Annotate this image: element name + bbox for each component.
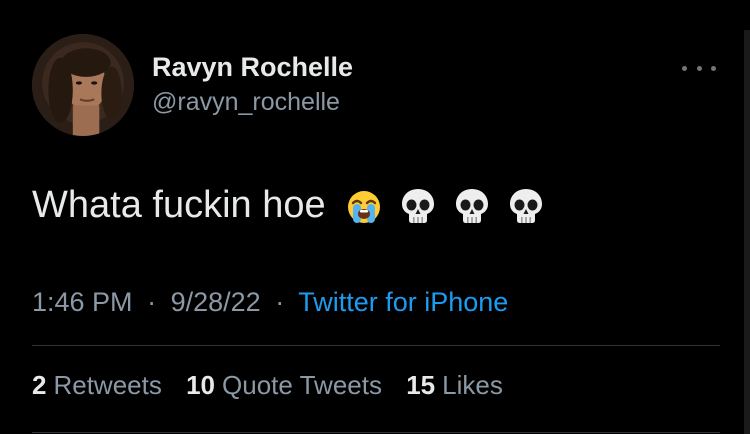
quote-tweets-label: Quote Tweets [222, 370, 382, 400]
avatar[interactable] [32, 34, 134, 136]
scrollbar[interactable] [744, 30, 750, 434]
user-handle[interactable]: @ravyn_rochelle [152, 88, 340, 117]
likes-label: Likes [442, 370, 503, 400]
tweet-text: Whata fuckin hoe [32, 184, 326, 226]
retweets-stat[interactable]: 2 Retweets [32, 370, 162, 400]
tweet-metadata: 1:46 PM · 9/28/22 · Twitter for iPhone [32, 287, 508, 318]
emoji-row [344, 186, 546, 226]
dot-icon [711, 65, 716, 71]
skull-icon [506, 186, 546, 226]
tweet-time[interactable]: 1:46 PM [32, 287, 133, 317]
tweet-source-link[interactable]: Twitter for iPhone [298, 287, 508, 317]
divider [32, 432, 720, 433]
tweet-date[interactable]: 9/28/22 [171, 287, 261, 317]
quote-tweets-stat[interactable]: 10 Quote Tweets [186, 370, 382, 400]
retweets-count: 2 [32, 370, 47, 400]
dot-icon [696, 65, 702, 71]
skull-icon [398, 186, 438, 226]
loudly-crying-face-icon [344, 186, 384, 226]
separator-dot: · [275, 287, 285, 317]
divider [32, 345, 720, 346]
engagement-stats: 2 Retweets 10 Quote Tweets 15 Likes [32, 370, 520, 401]
quote-tweets-count: 10 [186, 370, 216, 400]
avatar-image [32, 34, 134, 136]
tweet-card: Ravyn Rochelle @ravyn_rochelle Whata fuc… [0, 0, 750, 434]
display-name[interactable]: Ravyn Rochelle [152, 52, 353, 83]
more-options-icon[interactable] [682, 60, 716, 76]
likes-stat[interactable]: 15 Likes [406, 370, 503, 400]
likes-count: 15 [406, 370, 436, 400]
dot-icon [682, 65, 687, 71]
separator-dot: · [147, 287, 157, 317]
skull-icon [452, 186, 492, 226]
tweet-body: Whata fuckin hoe [32, 184, 546, 227]
retweets-label: Retweets [53, 370, 162, 400]
